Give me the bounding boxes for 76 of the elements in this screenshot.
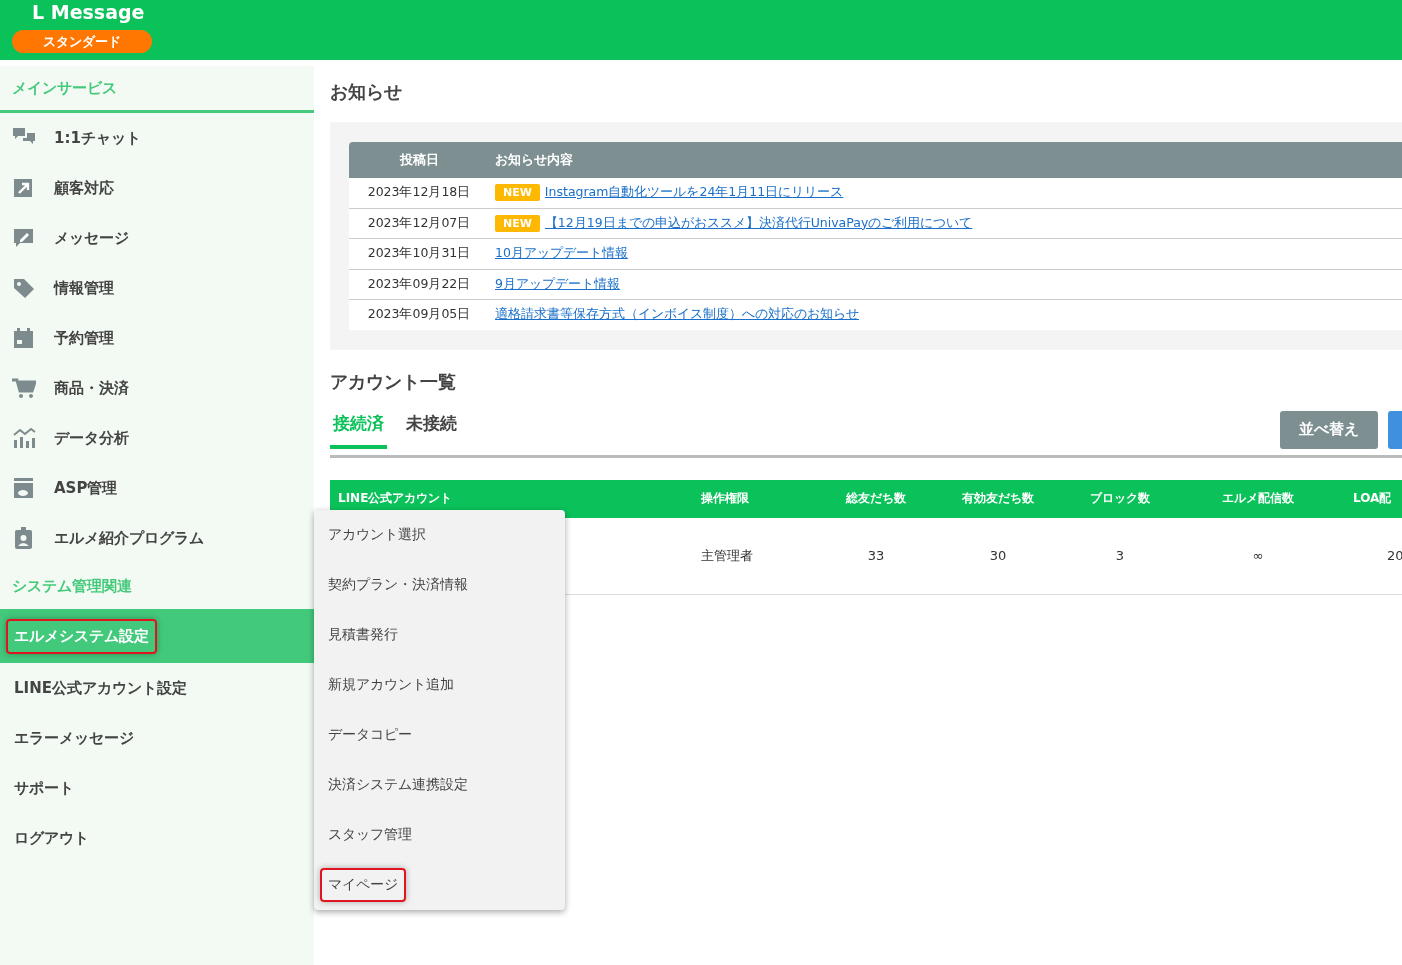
section-title: アカウント一覧 [330, 369, 456, 394]
table-cell-text: 33 [866, 548, 886, 563]
column-header: ブロック数 [1089, 490, 1151, 507]
action-button[interactable] [1388, 410, 1402, 449]
sidebar-item-label: 商品・決済 [53, 377, 130, 399]
sidebar-item-label: 顧客対応 [52, 177, 115, 199]
column-header: 操作権限 [700, 490, 750, 507]
sidebar-item[interactable]: ASP管理 [0, 463, 314, 513]
section-heading: メインサービス [12, 78, 117, 98]
menu-item[interactable]: スタッフ管理 [320, 818, 420, 852]
sidebar-item-label: メッセージ [53, 227, 130, 249]
menu-item[interactable]: 新規アカウント追加 [320, 668, 462, 702]
column-header: 総友だち数 [845, 490, 907, 507]
table-cell-text: 3 [1114, 548, 1126, 563]
menu-item[interactable]: 契約プラン・決済情報 [320, 568, 476, 602]
sidebar-item-label: データ分析 [53, 427, 130, 449]
section-title: お知らせ [330, 80, 402, 104]
new-badge: NEW [495, 214, 540, 232]
column-header: LINE公式アカウント [337, 490, 454, 507]
sidebar-item-label: ASP管理 [53, 477, 119, 499]
pencil-bubble-icon [12, 226, 36, 250]
menu-item[interactable]: 決済システム連携設定 [320, 768, 476, 802]
sidebar-item[interactable]: 顧客対応 [0, 163, 314, 213]
sidebar-item[interactable]: 1:1チャット [0, 113, 314, 163]
date-cell-text: 2023年09月05日 [366, 306, 472, 324]
sidebar-item[interactable]: メッセージ [0, 213, 314, 263]
sidebar-item[interactable]: LINE公式アカウント設定 [0, 663, 314, 713]
news-link[interactable]: 10月アップデート情報 [495, 245, 628, 263]
section-heading: システム管理関連 [12, 576, 132, 596]
news-link[interactable]: 適格請求書等保存方式（インボイス制度）への対応のお知らせ [495, 306, 859, 324]
new-badge: NEW [495, 184, 540, 202]
sidebar-item[interactable]: エルメ紹介プログラム [0, 513, 314, 563]
cart-icon [12, 376, 36, 400]
column-header: エルメ配信数 [1221, 490, 1295, 507]
sidebar-item[interactable]: 情報管理 [0, 263, 314, 313]
sidebar-item[interactable]: 商品・決済 [0, 363, 314, 413]
plan-badge: スタンダード [12, 30, 152, 53]
column-header: 有効友だち数 [961, 490, 1035, 507]
menu-item[interactable]: マイページ [320, 868, 406, 902]
sidebar-item-label: 予約管理 [53, 327, 115, 349]
date-cell-text: 2023年12月18日 [366, 184, 472, 202]
tab[interactable]: 未接続 [403, 411, 460, 449]
sidebar-item-label: 1:1チャット [53, 127, 142, 149]
sidebar-item-label: ログアウト [13, 827, 90, 849]
column-header: LOA配 [1352, 490, 1393, 507]
news-link[interactable]: 【12月19日までの申込がおススメ】決済代行UnivaPayのご利用について [544, 214, 973, 232]
sidebar-item[interactable]: 予約管理 [0, 313, 314, 363]
sidebar-item[interactable]: エラーメッセージ [0, 713, 314, 763]
sidebar-item[interactable]: データ分析 [0, 413, 314, 463]
table-cell-text: 30 [988, 548, 1008, 563]
sidebar-item-label: エラーメッセージ [13, 727, 135, 749]
bar-chart-icon [12, 426, 36, 450]
column-header: 投稿日 [398, 151, 440, 169]
sidebar-item-label: 情報管理 [52, 277, 115, 299]
tag-icon [12, 276, 36, 300]
date-cell-text: 2023年09月22日 [366, 275, 472, 293]
news-link[interactable]: Instagram自動化ツールを24年1月11日にリリース [544, 184, 844, 202]
date-cell-text: 2023年10月31日 [366, 245, 472, 263]
column-header: お知らせ内容 [494, 151, 573, 169]
news-link[interactable]: 9月アップデート情報 [495, 275, 620, 293]
sidebar-item-label: LINE公式アカウント設定 [13, 677, 188, 699]
app-logo: L Message [32, 0, 145, 24]
sidebar-item[interactable]: ログアウト [0, 813, 314, 863]
sidebar-item-label: サポート [13, 777, 75, 799]
sidebar-item-label: エルメ紹介プログラム [53, 527, 205, 549]
table-cell-text: 主管理者 [700, 546, 754, 565]
menu-item[interactable]: アカウント選択 [320, 518, 434, 552]
table-cell-text: ∞ [1251, 548, 1265, 563]
menu-item[interactable]: 見積書発行 [320, 618, 406, 652]
menu-item[interactable]: データコピー [320, 718, 420, 752]
box-icon [12, 476, 36, 500]
sidebar-item-label: エルメシステム設定 [6, 618, 157, 654]
calendar-icon [12, 326, 36, 350]
table-cell-text: 20 [1386, 548, 1402, 563]
date-cell-text: 2023年12月07日 [366, 214, 472, 232]
sidebar-item[interactable]: サポート [0, 763, 314, 813]
